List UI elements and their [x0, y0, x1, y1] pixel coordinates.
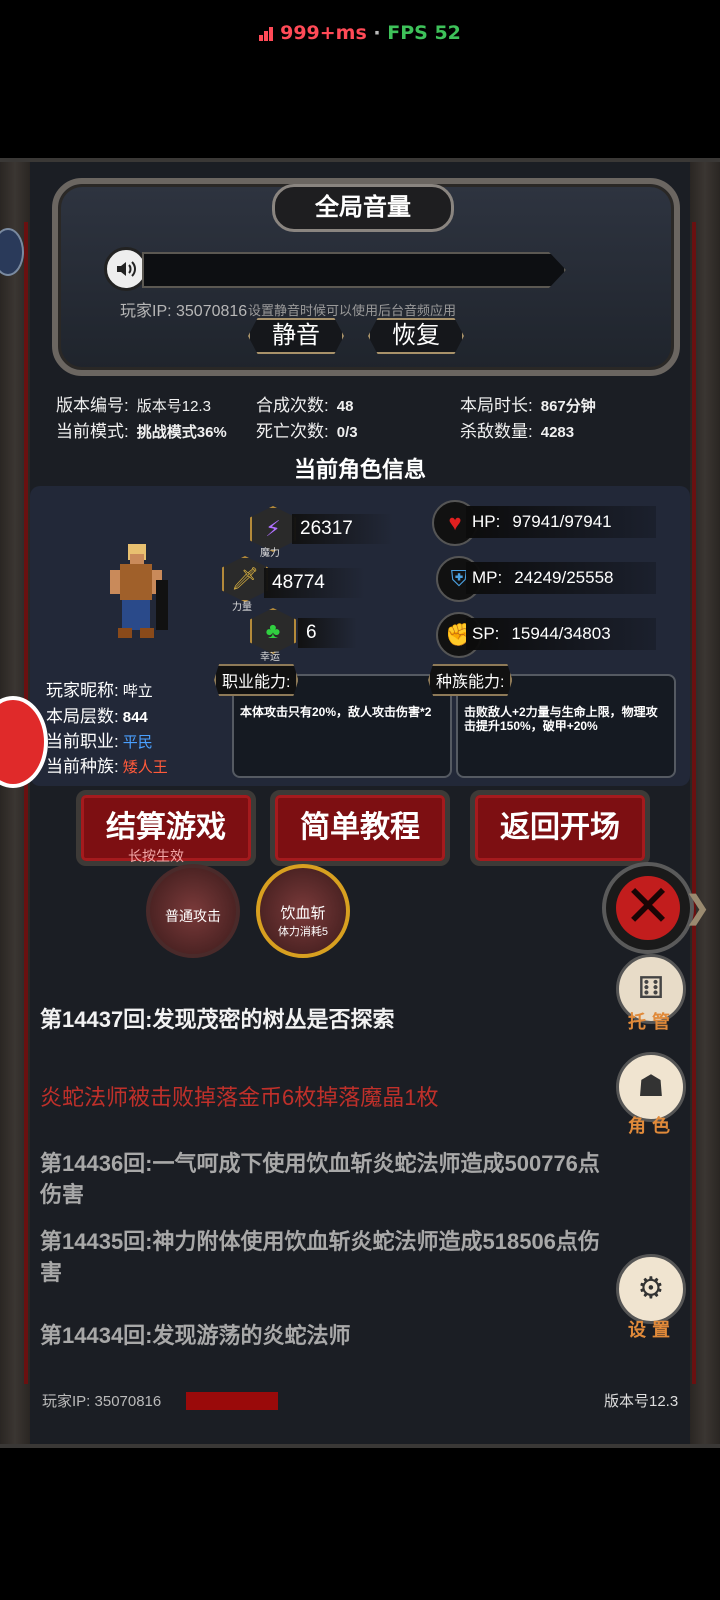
time-label: 本局时长:	[460, 396, 533, 415]
luck-value: 6	[298, 618, 357, 648]
fps-text: FPS 52	[387, 22, 461, 44]
player-ip-text: 玩家IP: 35070816	[120, 303, 248, 320]
speaker-icon[interactable]	[104, 247, 148, 291]
floor-row: 本局层数: 844	[46, 702, 148, 727]
death-stat: 死亡次数: 0/3	[256, 417, 358, 442]
auto-label: 托管	[628, 1012, 676, 1032]
network-status: 999+ms · FPS 52	[0, 22, 720, 46]
hp-row: HP: 97941/97941	[466, 506, 656, 538]
floor-label: 本局层数:	[46, 707, 119, 726]
race-row: 当前种族: 矮人王	[46, 752, 168, 777]
frame-right-border	[690, 162, 720, 1444]
race-ability-text: 击败敌人+2力量与生命上限，物理攻击提升150%，破甲+20%	[464, 705, 658, 733]
death-value: 0/3	[336, 424, 358, 441]
log-entry: 第14437回:发现茂密的树丛是否探索	[40, 1007, 395, 1032]
kills-stat: 杀敌数量: 4283	[460, 417, 574, 442]
character-sprite	[100, 540, 172, 650]
kills-label: 杀敌数量:	[460, 422, 533, 441]
back-to-start-button[interactable]: 返回开场	[470, 790, 650, 866]
sp-label: SP:	[472, 624, 500, 643]
log-entry: 第14434回:发现游荡的炎蛇法师	[40, 1323, 351, 1348]
normal-attack-skill[interactable]: 普通攻击	[146, 864, 240, 958]
frame-left-border	[0, 162, 30, 1444]
role-title: 当前角色信息	[293, 457, 426, 482]
gear-icon[interactable]: ⚙	[616, 1254, 686, 1324]
mp-value: 24249/25558	[514, 568, 614, 587]
nickname-row: 玩家昵称: 哔立	[46, 676, 153, 701]
race-ability-tag: 种族能力:	[428, 664, 513, 696]
volume-slider[interactable]	[142, 252, 566, 288]
nickname-value: 哔立	[122, 683, 153, 700]
version-stat: 版本编号: 版本号12.3	[56, 391, 211, 416]
kills-value: 4283	[540, 424, 575, 441]
luck-label: 幸运	[260, 652, 280, 663]
race-label: 当前种族:	[46, 757, 119, 776]
blood-slash-skill[interactable]: 饮血斩 体力消耗5	[256, 864, 350, 958]
close-button[interactable]: ✕	[602, 862, 694, 954]
footer-player-ip: 玩家IP: 35070816	[42, 1393, 162, 1410]
floor-value: 844	[122, 709, 148, 726]
mode-value: 挑战模式36%	[136, 424, 227, 441]
footer-version: 版本号12.3	[604, 1393, 679, 1410]
hp-label: HP:	[472, 512, 501, 531]
job-ability-text: 本体攻击只有20%，敌人攻击伤害*2	[240, 705, 432, 719]
strength-value: 48774	[264, 568, 365, 598]
skill-cost: 体力消耗5	[277, 926, 329, 938]
magic-value: 26317	[292, 514, 393, 544]
version-value: 版本号12.3	[136, 398, 211, 415]
death-label: 死亡次数:	[256, 422, 329, 441]
version-label: 版本编号:	[56, 396, 129, 415]
settings-label: 设置	[628, 1320, 676, 1340]
skill-name: 饮血斩	[280, 905, 326, 922]
sp-row: SP: 15944/34803	[466, 618, 656, 650]
long-press-hint: 长按生效	[128, 848, 184, 864]
time-value: 867分钟	[540, 398, 596, 415]
strength-label: 力量	[232, 602, 252, 613]
separator: ·	[373, 22, 381, 44]
mp-row: MP: 24249/25558	[466, 562, 656, 594]
role-label: 角色	[628, 1116, 676, 1136]
job-ability-tag: 职业能力:	[214, 664, 299, 696]
mode-stat: 当前模式: 挑战模式36%	[56, 417, 227, 442]
restore-button[interactable]: 恢复	[368, 318, 464, 354]
job-row: 当前职业: 平民	[46, 727, 153, 752]
hp-value: 97941/97941	[512, 512, 612, 531]
craft-label: 合成次数:	[256, 396, 329, 415]
footer-progress-bar	[186, 1392, 278, 1410]
skill-name: 普通攻击	[165, 908, 221, 924]
time-stat: 本局时长: 867分钟	[460, 391, 596, 416]
close-icon: ✕	[616, 876, 680, 940]
race-value: 矮人王	[122, 759, 168, 776]
log-entry: 炎蛇法师被击败掉落金币6枚掉落魔晶1枚	[40, 1085, 439, 1110]
log-entry: 第14436回:一气呵成下使用饮血斩炎蛇法师造成500776点伤害	[40, 1151, 600, 1207]
ping-text: 999+ms	[280, 22, 367, 44]
mute-button[interactable]: 静音	[248, 318, 344, 354]
mode-label: 当前模式:	[56, 422, 129, 441]
signal-icon	[259, 24, 274, 46]
job-value: 平民	[122, 734, 153, 751]
nickname-label: 玩家昵称:	[46, 681, 119, 700]
volume-hint: 设置静音时候可以使用后台音频应用	[248, 303, 457, 318]
log-entry: 第14435回:神力附体使用饮血斩炎蛇法师造成518506点伤害	[40, 1229, 600, 1285]
craft-value: 48	[336, 398, 354, 415]
chevron-right-icon[interactable]: ❯	[684, 888, 711, 926]
craft-stat: 合成次数: 48	[256, 391, 353, 416]
magic-label: 魔力	[260, 548, 280, 559]
tutorial-button[interactable]: 简单教程	[270, 790, 450, 866]
volume-title: 全局音量	[272, 184, 454, 232]
sp-value: 15944/34803	[511, 624, 611, 643]
job-label: 当前职业:	[46, 732, 119, 751]
mp-label: MP:	[472, 568, 503, 587]
